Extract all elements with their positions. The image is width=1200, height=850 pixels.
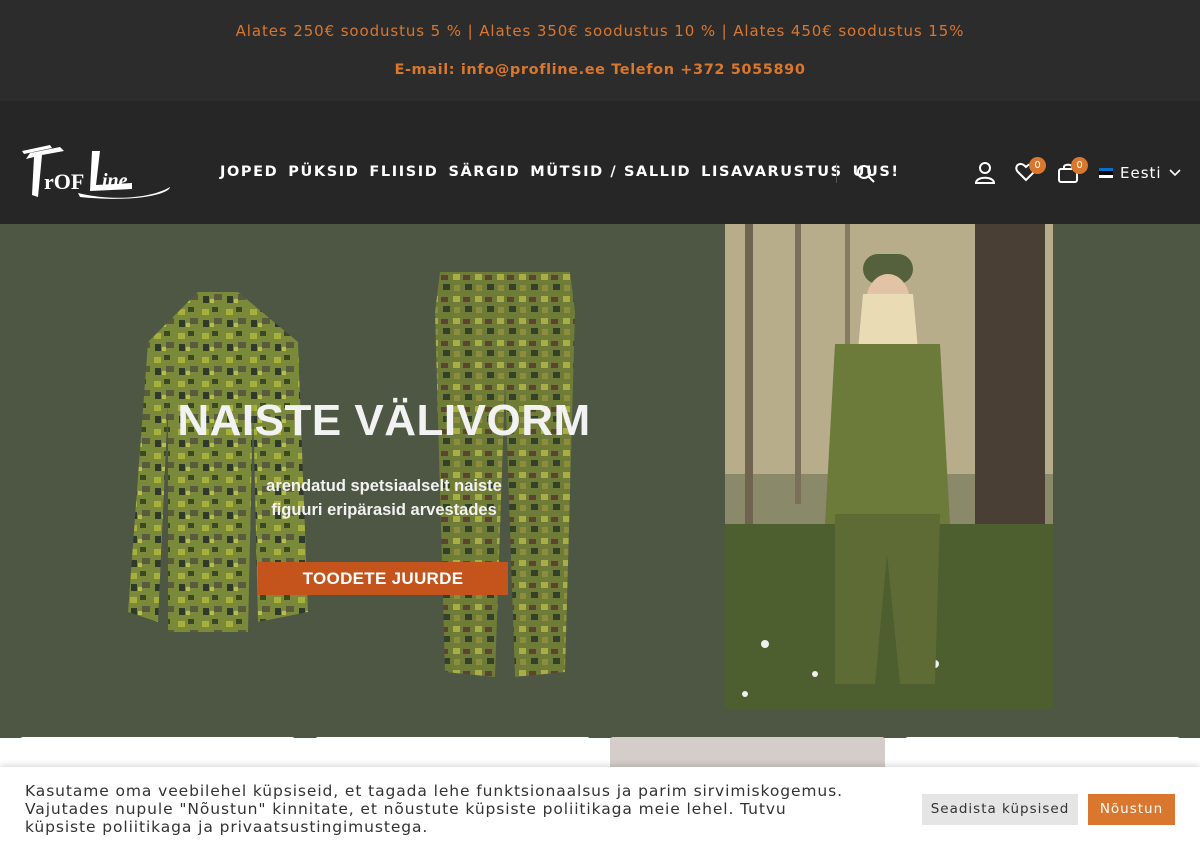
hero-subtitle-line1: arendatud spetsiaalselt naiste: [266, 477, 502, 495]
cart-button[interactable]: 0: [1057, 157, 1088, 188]
nav-item-joped[interactable]: JOPED: [220, 164, 278, 180]
estonia-flag-icon: [1099, 168, 1113, 178]
hero-subtitle-line2: figuuri eripärasid arvestades: [271, 501, 497, 519]
wishlist-button[interactable]: 0: [1015, 157, 1046, 186]
cookie-accept-button[interactable]: Nõustun: [1088, 794, 1175, 825]
cookie-settings-button[interactable]: Seadista küpsised: [922, 794, 1078, 825]
jacket-image: [128, 292, 308, 632]
site-logo[interactable]: rOF ine: [20, 145, 172, 201]
svg-text:rOF: rOF: [44, 169, 84, 194]
hero-subtitle: arendatud spetsiaalselt naiste figuuri e…: [180, 474, 588, 522]
main-nav: JOPED PÜKSID FLIISID SÄRGID MÜTSID / SAL…: [220, 164, 910, 180]
hero-banner[interactable]: NAISTE VÄLIVORM arendatud spetsiaalselt …: [0, 224, 1200, 738]
wishlist-count-badge: 0: [1029, 157, 1046, 174]
cookie-consent-bar: Kasutame oma veebilehel küpsiseid, et ta…: [0, 767, 1200, 850]
language-label: Eesti: [1120, 164, 1162, 182]
nav-item-sargid[interactable]: SÄRGID: [448, 164, 520, 180]
hero-title: NAISTE VÄLIVORM: [177, 396, 591, 445]
nav-divider: [836, 163, 837, 183]
language-selector[interactable]: Eesti: [1099, 164, 1181, 182]
promo-bar: Alates 250€ soodustus 5 % | Alates 350€ …: [0, 0, 1200, 101]
nav-item-mutsid-sallid[interactable]: MÜTSID / SALLID: [530, 164, 691, 180]
cookie-consent-text: Kasutame oma veebilehel küpsiseid, et ta…: [25, 782, 843, 836]
site-header: rOF ine JOPED PÜKSID FLIISID SÄRGID MÜTS…: [0, 101, 1200, 224]
promo-text: Alates 250€ soodustus 5 % | Alates 350€ …: [235, 22, 965, 40]
contact-info[interactable]: E-mail: info@profline.ee Telefon +372 50…: [0, 62, 1200, 78]
search-icon[interactable]: [856, 164, 876, 188]
nav-item-fliisid[interactable]: FLIISID: [369, 164, 438, 180]
user-icon[interactable]: [974, 161, 996, 189]
chevron-down-icon: [1169, 169, 1181, 177]
model-photo: [725, 224, 1053, 709]
nav-item-lisavarustus[interactable]: LISAVARUSTUS: [701, 164, 842, 180]
nav-item-puksid[interactable]: PÜKSID: [288, 164, 359, 180]
products-cta-button[interactable]: TOODETE JUURDE: [258, 562, 508, 595]
cart-count-badge: 0: [1071, 157, 1088, 174]
